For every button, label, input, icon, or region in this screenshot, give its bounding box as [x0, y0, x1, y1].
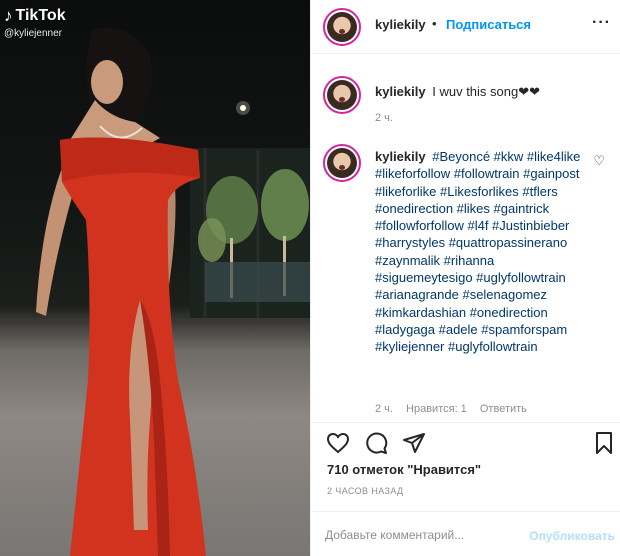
- post-sidebar: kyliekily • Подписаться ··· kyliekily I …: [310, 0, 620, 556]
- tiktok-note-icon: ♪: [4, 6, 13, 25]
- tiktok-brand-text: TikTok: [15, 7, 66, 24]
- video-frame: [0, 27, 310, 556]
- bookmark-icon[interactable]: [593, 431, 615, 455]
- comment-icon[interactable]: [363, 431, 389, 455]
- comment-likes-count[interactable]: Нравится: 1: [406, 403, 467, 415]
- share-icon[interactable]: [401, 431, 427, 455]
- comment-body: I wuv this song❤❤: [432, 84, 541, 99]
- heart-icon[interactable]: [325, 431, 351, 455]
- author-avatar[interactable]: [323, 8, 361, 46]
- comment-time[interactable]: 2 ч.: [375, 112, 393, 124]
- post-header: kyliekily • Подписаться ···: [311, 0, 620, 54]
- add-comment-bar: Опубликовать: [311, 511, 620, 556]
- comment-avatar[interactable]: [323, 76, 361, 114]
- header-separator: •: [432, 16, 437, 31]
- comments-list[interactable]: kyliekily I wuv this song❤❤ 2 ч. kylieki…: [311, 55, 620, 422]
- comment-username[interactable]: kyliekily: [375, 84, 426, 99]
- more-dots-icon[interactable]: ···: [592, 14, 611, 32]
- like-comment-heart-icon[interactable]: ♡: [593, 153, 605, 169]
- likes-count[interactable]: 710 отметок "Нравится": [327, 462, 481, 477]
- tiktok-watermark: ♪ TikTok: [4, 6, 66, 26]
- comment-text: kyliekily I wuv this song❤❤: [375, 83, 540, 101]
- post-media[interactable]: ♪ TikTok @kyliejenner: [0, 0, 310, 556]
- comment-input[interactable]: [325, 528, 525, 542]
- comment-time[interactable]: 2 ч.: [375, 403, 393, 415]
- action-bar: [311, 422, 620, 462]
- reply-button[interactable]: Ответить: [480, 403, 527, 415]
- comment-text: kyliekily #Beyoncé #kkw #like4like #like…: [375, 148, 595, 356]
- tiktok-handle: @kyliejenner: [4, 28, 62, 39]
- comment-avatar[interactable]: [323, 144, 361, 182]
- comment-username[interactable]: kyliekily: [375, 149, 426, 164]
- publish-button[interactable]: Опубликовать: [529, 529, 615, 543]
- follow-button[interactable]: Подписаться: [446, 17, 531, 32]
- author-username[interactable]: kyliekily: [375, 17, 426, 32]
- post-timestamp[interactable]: 2 ЧАСОВ НАЗАД: [327, 486, 404, 496]
- comment-hashtags[interactable]: #Beyoncé #kkw #like4like #likeforfollow …: [375, 149, 580, 354]
- comment-meta: 2 ч. Нравится: 1 Ответить: [375, 403, 537, 415]
